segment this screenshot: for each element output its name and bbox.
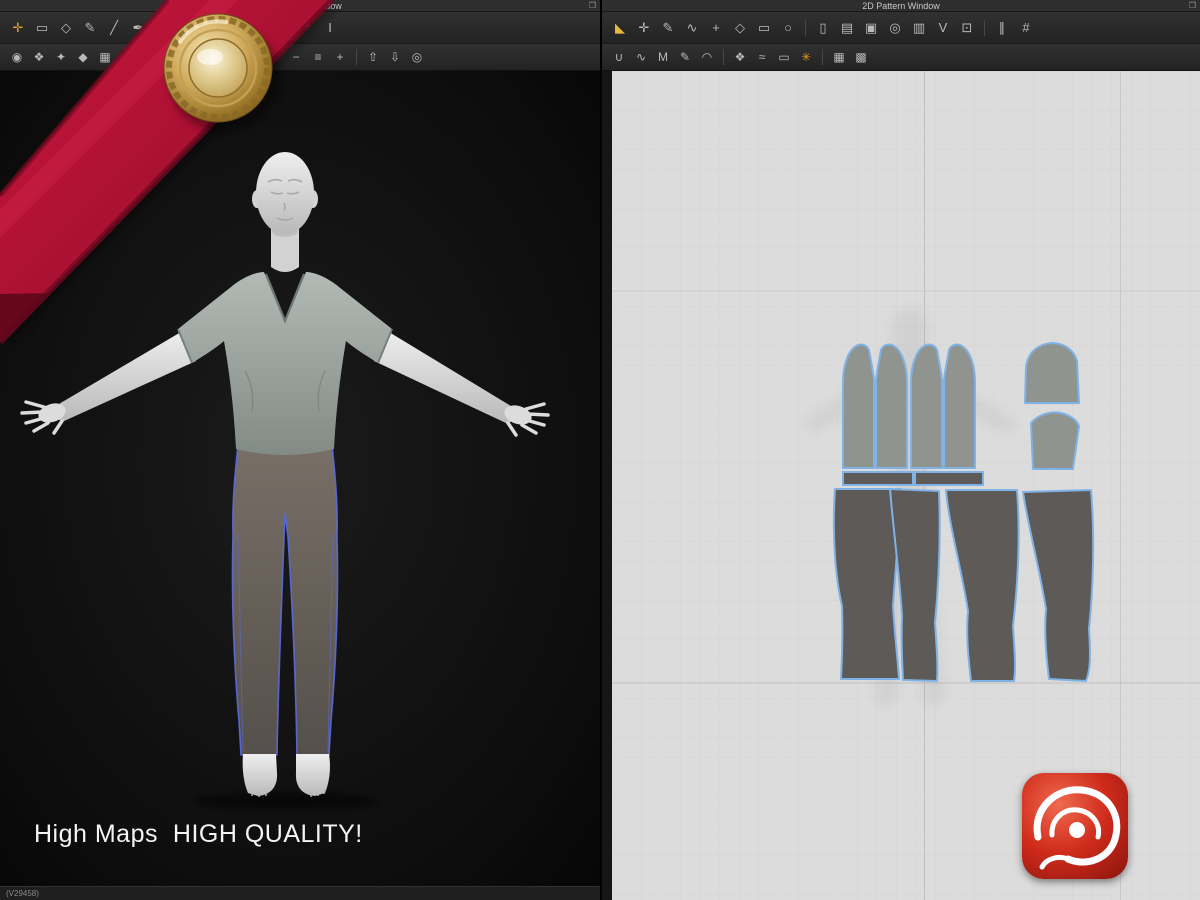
grading-tool[interactable]: # — [1015, 17, 1037, 39]
pattern-piece-back-yoke[interactable] — [1024, 342, 1080, 404]
notch-tool[interactable]: V — [932, 17, 954, 39]
rectangle-tool[interactable]: ▭ — [753, 17, 775, 39]
rotate-view-tool[interactable]: ↻ — [151, 17, 173, 39]
app-stage: 3D Garment Window ❒ ✛ ▭ ◇ ✎ ╱ ✒ ↻ ❝ I ◉ ❖ ✦ ◆ ▦ ◈ ▾ − ≡ +… — [0, 0, 1200, 900]
seam-taping-tool[interactable]: ▭ — [774, 47, 794, 67]
logo-eye-swirl-icon — [1033, 786, 1121, 870]
move-up-tool[interactable]: ⇧ — [363, 47, 383, 67]
lasso-select-tool[interactable]: ◇ — [55, 17, 77, 39]
select-move-tool[interactable]: ✛ — [7, 17, 29, 39]
edit-curvature-tool[interactable]: ∿ — [681, 17, 703, 39]
fabric-strain-map-tool[interactable]: ▦ — [95, 47, 115, 67]
elastic-shirring-tool[interactable]: ≈ — [752, 47, 772, 67]
2d-toolbar-row2: ∪ ∿ M ✎ ◠ ❖ ≈ ▭ ✳ ▦ ▩ — [602, 44, 1200, 71]
3d-garment-window: 3D Garment Window ❒ ✛ ▭ ◇ ✎ ╱ ✒ ↻ ❝ I ◉ ❖ ✦ ◆ ▦ ◈ ▾ − ≡ +… — [0, 0, 600, 900]
window-left-border — [602, 71, 612, 900]
seam-allowance-tool[interactable]: ⊡ — [956, 17, 978, 39]
3d-window-title: 3D Garment Window — [258, 0, 342, 11]
text-cursor-tool[interactable]: I — [319, 17, 341, 39]
internal-rectangle-tool[interactable]: ▣ — [860, 17, 882, 39]
circle-tool[interactable]: ○ — [777, 17, 799, 39]
toolbar-spacer — [138, 57, 263, 58]
fold-arrangement-tool[interactable]: ◠ — [697, 47, 717, 67]
expand-window-icon[interactable]: ❒ — [589, 0, 596, 12]
2d-toolbar-row1: ◣ ✛ ✎ ∿ + ◇ ▭ ○ ▯ ▤ ▣ ◎ ▥ V ⊡ ∥ # — [602, 12, 1200, 44]
base-line-tool[interactable]: ▥ — [908, 17, 930, 39]
add-point-tool[interactable]: + — [705, 17, 727, 39]
pin-tack-tool[interactable]: ❖ — [730, 47, 750, 67]
pressure-map-tool[interactable]: ◈ — [117, 47, 137, 67]
pleats-tool[interactable]: ∥ — [991, 17, 1013, 39]
pattern-piece-pant-panel-1[interactable] — [832, 488, 902, 680]
line-tack-tool[interactable]: ╱ — [103, 17, 125, 39]
edit-sewing-tool[interactable]: ✎ — [675, 47, 695, 67]
move-down-tool[interactable]: ⇩ — [385, 47, 405, 67]
promo-caption: High Maps HIGH QUALITY! — [34, 820, 363, 848]
sewing-pins-tool[interactable]: ✦ — [51, 47, 71, 67]
3d-toolbar-row2: ◉ ❖ ✦ ◆ ▦ ◈ ▾ − ≡ + ⇧ ⇩ ◎ — [0, 44, 600, 71]
internal-circle-tool[interactable]: ◎ — [884, 17, 906, 39]
waistband-group — [842, 471, 984, 486]
free-sewing-tool[interactable]: ∿ — [631, 47, 651, 67]
safety-pin-tool[interactable]: ◆ — [73, 47, 93, 67]
segment-sewing-tool[interactable]: ∪ — [609, 47, 629, 67]
dropdown-arrow[interactable]: ▾ — [264, 47, 284, 67]
transform-pattern-tool[interactable]: ◣ — [609, 17, 631, 39]
3d-scene — [0, 71, 600, 886]
toolbar-separator — [805, 19, 806, 36]
2d-window-title: 2D Pattern Window — [862, 0, 940, 11]
world-axis-tool[interactable]: ◎ — [407, 47, 427, 67]
remove-item-tool[interactable]: − — [286, 47, 306, 67]
pattern-piece-waistband-1[interactable] — [842, 471, 914, 486]
toolbar-separator — [984, 19, 985, 36]
pattern-piece-back-lower[interactable] — [1030, 411, 1080, 470]
pin-edit-tool[interactable]: ✎ — [79, 17, 101, 39]
comment-tool[interactable]: ❝ — [295, 17, 317, 39]
edit-point-line-tool[interactable]: ✎ — [657, 17, 679, 39]
avatar-display-tool[interactable]: ◉ — [7, 47, 27, 67]
edit-pattern-tool[interactable]: ✛ — [633, 17, 655, 39]
pattern-piece-bodice-panel-1[interactable] — [842, 343, 875, 469]
polygon-tool[interactable]: ◇ — [729, 17, 751, 39]
toolbar-separator — [822, 49, 823, 65]
pattern-piece-waistband-2[interactable] — [914, 471, 984, 486]
layers-tool[interactable]: ≡ — [308, 47, 328, 67]
3d-toolbar-row1: ✛ ▭ ◇ ✎ ╱ ✒ ↻ ❝ I — [0, 12, 600, 44]
toolbar-spacer — [174, 27, 294, 28]
mn-sewing-tool[interactable]: M — [653, 47, 673, 67]
toolbar-separator — [356, 49, 357, 65]
3d-viewport[interactable] — [0, 71, 600, 886]
fabric-grain-tool[interactable]: ✳ — [796, 47, 816, 67]
show-texture-toggle[interactable]: ▩ — [851, 47, 871, 67]
pattern-piece-bodice-panel-2[interactable] — [875, 343, 908, 469]
rectangle-select-tool[interactable]: ▭ — [31, 17, 53, 39]
arrangement-points-tool[interactable]: ❖ — [29, 47, 49, 67]
status-version-text: (V29458) — [6, 889, 39, 898]
toolbar-separator — [723, 49, 724, 65]
marvelous-designer-logo — [1022, 773, 1128, 879]
dart-tool[interactable]: ▯ — [812, 17, 834, 39]
expand-window-icon[interactable]: ❒ — [1189, 0, 1196, 12]
internal-polygon-tool[interactable]: ▤ — [836, 17, 858, 39]
2d-pattern-area[interactable] — [602, 71, 1200, 900]
pattern-piece-bodice-panel-3[interactable] — [910, 343, 943, 469]
2d-pattern-window: 2D Pattern Window ❒ ◣ ✛ ✎ ∿ + ◇ ▭ ○ ▯ ▤ ▣ ◎ ▥ V ⊡ ∥ # ∪ ∿… — [602, 0, 1200, 900]
2d-window-titlebar: 2D Pattern Window ❒ — [602, 0, 1200, 12]
show-grid-toggle[interactable]: ▦ — [829, 47, 849, 67]
avatar-ground-shadow — [194, 792, 378, 810]
add-item-tool[interactable]: + — [330, 47, 350, 67]
3d-statusbar: (V29458) — [0, 886, 600, 900]
3d-window-titlebar: 3D Garment Window ❒ — [0, 0, 600, 12]
pattern-piece-bodice-panel-4[interactable] — [943, 343, 976, 469]
pen-tool[interactable]: ✒ — [127, 17, 149, 39]
